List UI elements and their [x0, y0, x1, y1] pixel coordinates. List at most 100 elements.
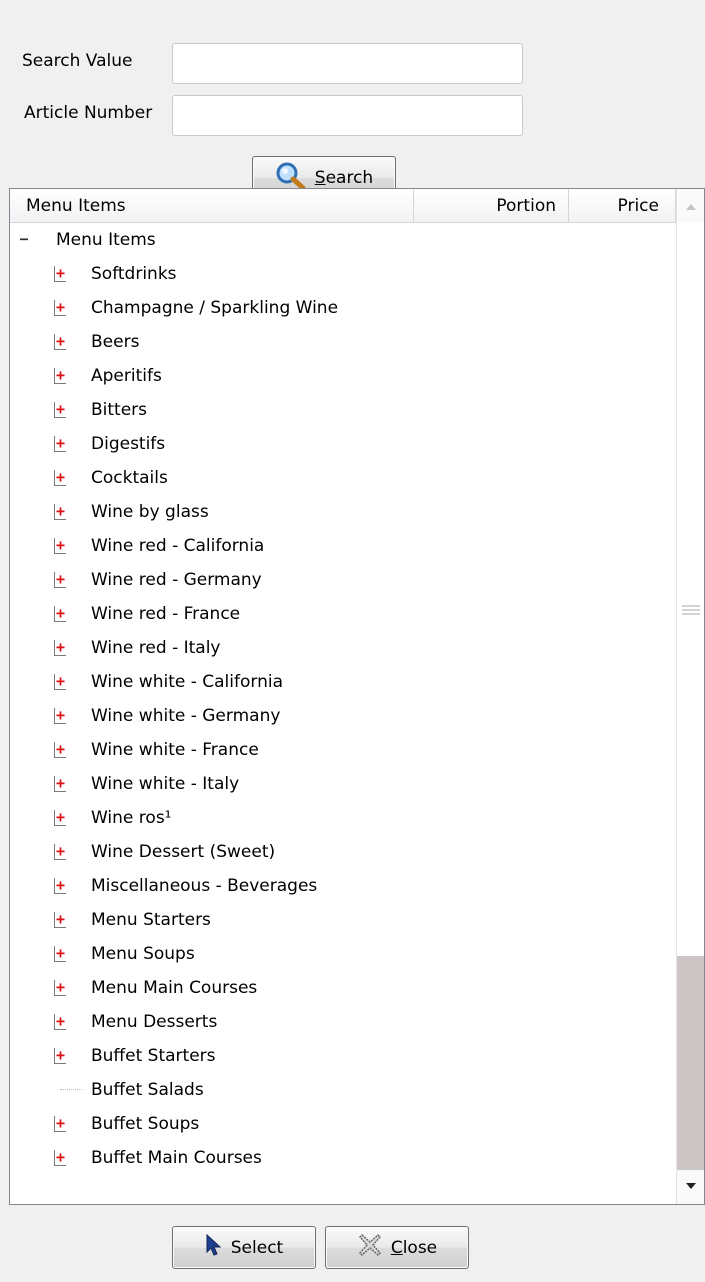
tree-item[interactable]: + Cocktails	[10, 461, 676, 495]
tree-item[interactable]: + Wine red - California	[10, 529, 676, 563]
expand-toggle-icon[interactable]: +	[54, 674, 66, 690]
tree-item-label: Wine red - Germany	[91, 570, 262, 590]
tree-item-label: Menu Soups	[91, 944, 195, 964]
tree-rows: − Menu Items + Softdrinks + Champagne / Spark…	[10, 223, 676, 1204]
search-value-input[interactable]	[172, 43, 523, 84]
tree-item-label: Buffet Starters	[91, 1046, 216, 1066]
tree-item-label: Softdrinks	[91, 264, 177, 284]
expand-toggle-icon[interactable]: +	[54, 334, 66, 350]
expand-toggle-icon[interactable]: +	[54, 504, 66, 520]
tree-item-label: Wine red - California	[91, 536, 265, 556]
tree-item[interactable]: + Champagne / Sparkling Wine	[10, 291, 676, 325]
expand-toggle-icon[interactable]: +	[54, 844, 66, 860]
cursor-arrow-icon	[205, 1233, 223, 1261]
tree-item[interactable]: + Wine white - California	[10, 665, 676, 699]
tree-item-label: Buffet Main Courses	[91, 1148, 262, 1168]
tree-item[interactable]: + Menu Desserts	[10, 1005, 676, 1039]
expand-toggle-icon[interactable]: +	[54, 980, 66, 996]
menu-items-tree[interactable]: Menu Items Portion Price − Menu Items + Sof…	[9, 188, 705, 1205]
close-button-label: Close	[390, 1237, 438, 1258]
tree-item[interactable]: + Aperitifs	[10, 359, 676, 393]
tree-item-label: Miscellaneous - Beverages	[91, 876, 318, 896]
expand-toggle-icon[interactable]: +	[54, 436, 66, 452]
tree-item[interactable]: + Softdrinks	[10, 257, 676, 291]
tree-connector-line	[60, 1089, 82, 1090]
tree-item-label: Cocktails	[91, 468, 168, 488]
tree-item-label: Menu Starters	[91, 910, 211, 930]
select-button-label: Select	[230, 1237, 284, 1258]
tree-item[interactable]: + Buffet Soups	[10, 1107, 676, 1141]
tree-item-label: Buffet Soups	[91, 1114, 200, 1134]
scroll-up-arrow-icon[interactable]	[677, 189, 704, 223]
tree-item-label: Champagne / Sparkling Wine	[91, 298, 339, 318]
tree-item-label: Wine white - Germany	[91, 706, 281, 726]
tree-item-label: Wine red - France	[91, 604, 241, 624]
expand-toggle-icon[interactable]: +	[54, 538, 66, 554]
tree-item-label: Digestifs	[91, 434, 166, 454]
search-value-label: Search Value	[22, 51, 133, 71]
tree-item[interactable]: + Beers	[10, 325, 676, 359]
tree-item[interactable]: + Wine red - France	[10, 597, 676, 631]
close-button[interactable]: Close	[325, 1226, 469, 1269]
tree-item[interactable]: + Digestifs	[10, 427, 676, 461]
tree-item[interactable]: + Wine white - Germany	[10, 699, 676, 733]
expand-toggle-icon[interactable]: +	[54, 470, 66, 486]
tree-item-label: Beers	[91, 332, 140, 352]
tree-item[interactable]: + Wine white - France	[10, 733, 676, 767]
tree-item[interactable]: + Wine Dessert (Sweet)	[10, 835, 676, 869]
tree-item[interactable]: + Menu Soups	[10, 937, 676, 971]
tree-item[interactable]: + Wine ros¹	[10, 801, 676, 835]
tree-item-label: Menu Desserts	[91, 1012, 218, 1032]
tree-item-label: Buffet Salads	[91, 1080, 204, 1100]
expand-toggle-icon[interactable]: +	[54, 300, 66, 316]
expand-toggle-icon[interactable]: +	[54, 1048, 66, 1064]
expand-toggle-icon[interactable]: +	[54, 776, 66, 792]
vertical-scrollbar[interactable]	[676, 189, 704, 1204]
tree-item-label: Wine red - Italy	[91, 638, 221, 658]
expand-toggle-icon[interactable]: +	[54, 708, 66, 724]
tree-item[interactable]: + Menu Main Courses	[10, 971, 676, 1005]
collapse-toggle-icon[interactable]: −	[18, 232, 30, 248]
tree-item-label: Wine white - France	[91, 740, 259, 760]
column-header-price[interactable]: Price	[569, 189, 676, 223]
column-header-menu-items[interactable]: Menu Items	[10, 189, 414, 223]
scroll-grip-icon	[681, 601, 701, 615]
expand-toggle-icon[interactable]: +	[54, 742, 66, 758]
scroll-thumb[interactable]	[677, 956, 704, 1182]
tree-item-label: Aperitifs	[91, 366, 162, 386]
expand-toggle-icon[interactable]: +	[54, 878, 66, 894]
expand-toggle-icon[interactable]: +	[54, 912, 66, 928]
article-number-input[interactable]	[172, 95, 523, 136]
expand-toggle-icon[interactable]: +	[54, 606, 66, 622]
tree-item[interactable]: + Menu Starters	[10, 903, 676, 937]
expand-toggle-icon[interactable]: +	[54, 266, 66, 282]
tree-item[interactable]: + Miscellaneous - Beverages	[10, 869, 676, 903]
search-button-label: Search	[314, 168, 374, 188]
column-header-portion[interactable]: Portion	[414, 189, 569, 223]
expand-toggle-icon[interactable]: +	[54, 640, 66, 656]
tree-root-row[interactable]: − Menu Items	[10, 223, 676, 257]
tree-item-label: Wine ros¹	[91, 808, 172, 828]
expand-toggle-icon[interactable]: +	[54, 402, 66, 418]
expand-toggle-icon[interactable]: +	[54, 810, 66, 826]
tree-item[interactable]: + Wine by glass	[10, 495, 676, 529]
scroll-down-arrow-icon[interactable]	[677, 1170, 704, 1204]
tree-root-label: Menu Items	[56, 230, 156, 250]
select-button[interactable]: Select	[172, 1226, 316, 1269]
tree-item[interactable]: + Wine white - Italy	[10, 767, 676, 801]
expand-toggle-icon[interactable]: +	[54, 946, 66, 962]
tree-item[interactable]: Buffet Salads	[10, 1073, 676, 1107]
tree-item-label: Wine by glass	[91, 502, 209, 522]
tree-item[interactable]: + Wine red - Germany	[10, 563, 676, 597]
expand-toggle-icon[interactable]: +	[54, 1014, 66, 1030]
tree-item-label: Bitters	[91, 400, 148, 420]
tree-item[interactable]: + Buffet Starters	[10, 1039, 676, 1073]
expand-toggle-icon[interactable]: +	[54, 368, 66, 384]
tree-item[interactable]: + Wine red - Italy	[10, 631, 676, 665]
expand-toggle-icon[interactable]: +	[54, 1116, 66, 1132]
tree-item-label: Wine white - California	[91, 672, 283, 692]
tree-item[interactable]: + Buffet Main Courses	[10, 1141, 676, 1175]
expand-toggle-icon[interactable]: +	[54, 572, 66, 588]
expand-toggle-icon[interactable]: +	[54, 1150, 66, 1166]
tree-item[interactable]: + Bitters	[10, 393, 676, 427]
